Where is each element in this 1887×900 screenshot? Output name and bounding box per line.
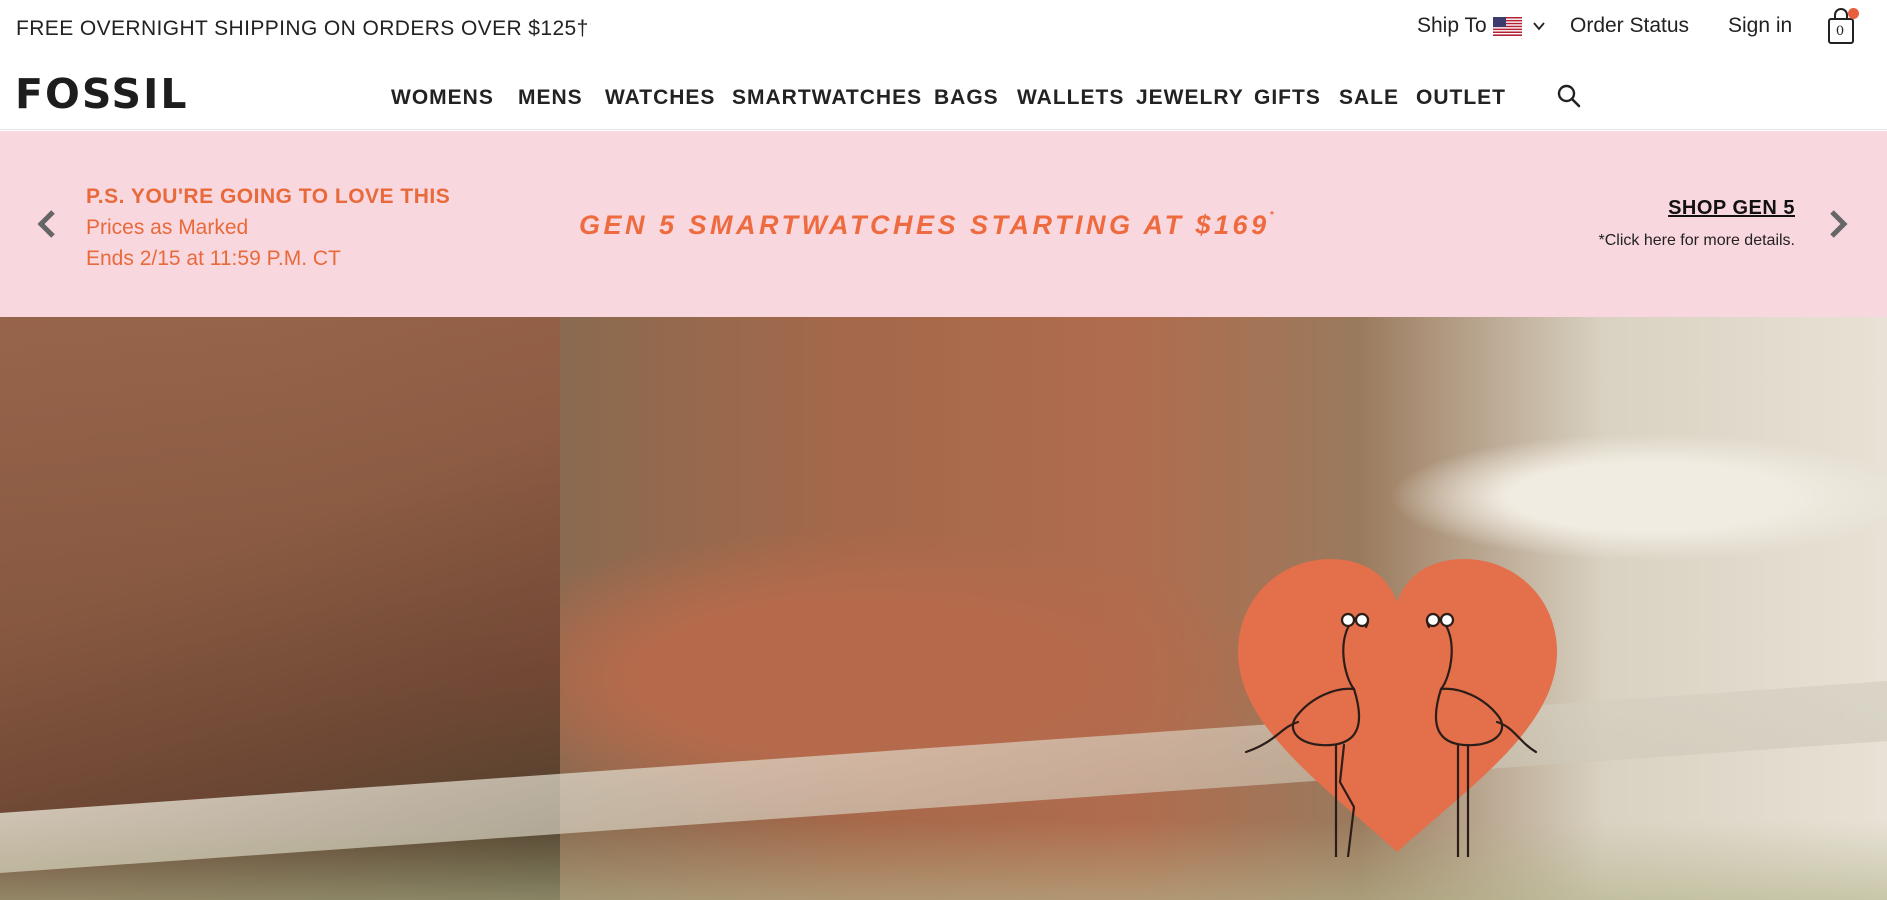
promo-offer-details: P.S. YOU'RE GOING TO LOVE THIS Prices as…: [86, 181, 450, 274]
promo-cta-block: SHOP GEN 5 *Click here for more details.: [1598, 197, 1795, 250]
ship-to-selector[interactable]: Ship To: [1417, 14, 1546, 38]
order-status-link[interactable]: Order Status: [1570, 14, 1689, 38]
promo-details-link[interactable]: *Click here for more details.: [1598, 232, 1795, 250]
chevron-down-icon: [1532, 22, 1545, 31]
free-shipping-message[interactable]: FREE OVERNIGHT SHIPPING ON ORDERS OVER $…: [16, 17, 589, 41]
shopping-bag-button[interactable]: 0: [1826, 6, 1859, 46]
ship-to-label: Ship To: [1417, 14, 1487, 37]
hero-image[interactable]: [0, 317, 1887, 900]
promo-headline-asterisk: *: [1269, 210, 1277, 221]
utility-bar: FREE OVERNIGHT SHIPPING ON ORDERS OVER $…: [0, 0, 1887, 56]
nav-item-sale[interactable]: SALE: [1339, 86, 1399, 110]
promo-line-1: Prices as Marked: [86, 216, 249, 239]
nav-item-watches[interactable]: WATCHES: [605, 86, 715, 110]
chevron-left-icon[interactable]: [32, 206, 62, 242]
sign-in-link[interactable]: Sign in: [1728, 14, 1792, 38]
chevron-right-icon[interactable]: [1823, 206, 1853, 242]
us-flag-icon: [1492, 16, 1522, 36]
nav-item-wallets[interactable]: WALLETS: [1017, 86, 1124, 110]
promo-headline-text: GEN 5 SMARTWATCHES STARTING AT $169: [579, 210, 1270, 240]
cart-indicator-dot: [1848, 8, 1859, 19]
nav-item-outlet[interactable]: OUTLET: [1416, 86, 1506, 110]
promo-heading: P.S. YOU'RE GOING TO LOVE THIS: [86, 185, 451, 208]
nav-item-gifts[interactable]: GIFTS: [1254, 86, 1321, 110]
search-icon[interactable]: [1556, 83, 1582, 109]
hero-grass: [0, 820, 1887, 900]
nav-item-smartwatches[interactable]: SMARTWATCHES: [732, 86, 922, 110]
promo-headline[interactable]: GEN 5 SMARTWATCHES STARTING AT $169*: [579, 210, 1277, 241]
main-navigation: FOSSIL WOMENS MENS WATCHES SMARTWATCHES …: [0, 56, 1887, 130]
promo-line-2: Ends 2/15 at 11:59 P.M. CT: [86, 247, 341, 270]
fossil-logo[interactable]: FOSSIL: [15, 70, 188, 118]
nav-item-jewelry[interactable]: JEWELRY: [1136, 86, 1244, 110]
flamingo-heart-icon[interactable]: [1236, 557, 1559, 857]
bag-item-count: 0: [1835, 24, 1845, 39]
promo-banner: P.S. YOU'RE GOING TO LOVE THIS Prices as…: [0, 131, 1887, 317]
nav-item-womens[interactable]: WOMENS: [391, 86, 494, 110]
nav-item-bags[interactable]: BAGS: [934, 86, 999, 110]
nav-item-mens[interactable]: MENS: [518, 86, 583, 110]
shop-gen5-link[interactable]: SHOP GEN 5: [1598, 197, 1795, 220]
